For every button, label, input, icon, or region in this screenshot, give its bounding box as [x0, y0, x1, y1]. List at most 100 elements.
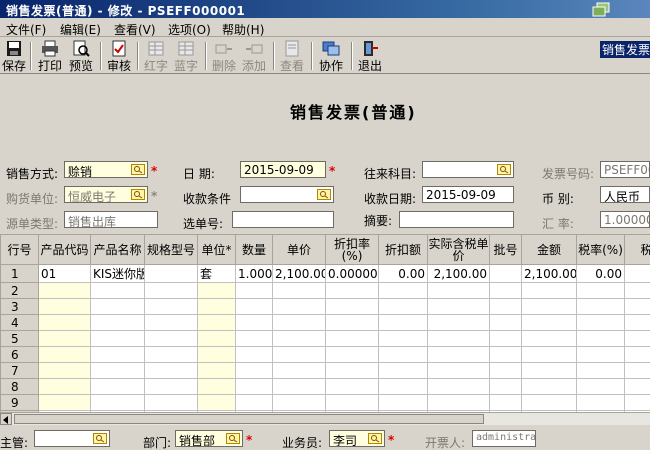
table-cell[interactable] [489, 378, 522, 395]
currency-field[interactable]: 人民币 [600, 186, 650, 203]
table-cell[interactable] [197, 346, 236, 363]
table-cell[interactable]: 01 [38, 264, 91, 283]
table-cell[interactable] [521, 346, 577, 363]
table-cell[interactable] [624, 314, 650, 331]
payment-terms-field[interactable] [240, 186, 334, 203]
column-header[interactable]: 单价 [272, 234, 326, 265]
table-cell[interactable] [325, 282, 379, 299]
menu-view[interactable]: 查看(V) [114, 21, 156, 38]
table-cell[interactable] [197, 330, 236, 347]
table-cell[interactable] [489, 394, 522, 411]
table-cell[interactable] [521, 362, 577, 379]
table-cell[interactable] [144, 314, 198, 331]
column-header[interactable]: 产品代码 [38, 234, 91, 265]
table-cell[interactable] [378, 330, 428, 347]
table-cell[interactable]: 0.00 [378, 264, 428, 283]
table-cell[interactable] [325, 298, 379, 315]
table-cell[interactable] [235, 330, 273, 347]
table-cell[interactable] [576, 330, 625, 347]
table-cell[interactable] [576, 346, 625, 363]
table-cell[interactable] [90, 314, 145, 331]
table-cell[interactable]: 1.0000 [235, 264, 273, 283]
table-cell[interactable] [38, 362, 91, 379]
summary-field[interactable] [399, 211, 514, 228]
table-row[interactable]: 6 [0, 346, 650, 363]
scroll-left-button[interactable] [0, 413, 12, 425]
table-cell[interactable] [576, 394, 625, 411]
table-row[interactable]: 7 [0, 362, 650, 379]
table-row[interactable]: 2 [0, 282, 650, 299]
column-header[interactable]: 折扣额 [378, 234, 428, 265]
print-button[interactable]: 打印 [37, 39, 63, 73]
table-cell[interactable]: KIS迷你版 [90, 264, 145, 283]
table-cell[interactable] [197, 298, 236, 315]
table-cell[interactable] [624, 282, 650, 299]
horizontal-scrollbar[interactable] [0, 412, 650, 425]
table-cell[interactable] [272, 346, 326, 363]
menu-edit[interactable]: 编辑(E) [60, 21, 101, 38]
table-cell[interactable] [521, 378, 577, 395]
table-cell[interactable] [378, 346, 428, 363]
salesperson-field[interactable]: 李司 [329, 430, 385, 447]
table-cell[interactable] [576, 362, 625, 379]
blue-invoice-button[interactable]: 蓝字 [173, 39, 199, 73]
table-cell[interactable] [378, 298, 428, 315]
table-cell[interactable] [325, 314, 379, 331]
column-header[interactable]: 折扣率(%) [325, 234, 379, 265]
table-cell[interactable] [378, 378, 428, 395]
bill-type-selector[interactable]: 销售发票 [600, 41, 650, 58]
table-cell[interactable] [38, 378, 91, 395]
table-row[interactable]: 8 [0, 378, 650, 395]
table-cell[interactable] [624, 330, 650, 347]
table-cell[interactable] [521, 394, 577, 411]
table-cell[interactable] [272, 282, 326, 299]
table-cell[interactable] [427, 346, 490, 363]
account-field[interactable] [422, 161, 514, 178]
table-cell[interactable] [624, 346, 650, 363]
table-cell[interactable] [624, 264, 650, 283]
column-header[interactable]: 税率(%) [576, 234, 625, 265]
issuer-field[interactable]: administra [472, 430, 536, 447]
table-row[interactable]: 5 [0, 330, 650, 347]
table-cell[interactable] [427, 330, 490, 347]
column-header[interactable]: 单位* [197, 234, 236, 265]
table-cell[interactable] [325, 394, 379, 411]
table-row[interactable]: 101KIS迷你版套1.00002,100.000.0000000.002,10… [0, 264, 650, 283]
table-cell[interactable]: 2,100.00 [521, 264, 577, 283]
table-cell[interactable] [272, 394, 326, 411]
table-cell[interactable] [144, 330, 198, 347]
table-cell[interactable] [235, 362, 273, 379]
lookup-icon[interactable] [226, 433, 240, 444]
table-cell[interactable] [235, 378, 273, 395]
table-cell[interactable] [38, 282, 91, 299]
table-cell[interactable]: 套 [197, 264, 236, 283]
select-number-field[interactable] [232, 211, 334, 228]
table-cell[interactable] [144, 346, 198, 363]
table-cell[interactable] [427, 394, 490, 411]
add-row-button[interactable]: 添加 [241, 39, 267, 73]
column-header[interactable]: 批号 [489, 234, 522, 265]
window-restore-icon[interactable] [590, 2, 612, 18]
source-type-field[interactable]: 销售出库 [64, 211, 158, 228]
table-cell[interactable] [489, 330, 522, 347]
table-cell[interactable] [427, 314, 490, 331]
table-cell[interactable] [197, 362, 236, 379]
collaborate-button[interactable]: 协作 [317, 39, 345, 73]
table-cell[interactable] [144, 394, 198, 411]
table-cell[interactable] [235, 346, 273, 363]
lookup-icon[interactable] [131, 164, 145, 175]
collect-date-field[interactable]: 2015-09-09 [422, 186, 514, 203]
table-row[interactable]: 4 [0, 314, 650, 331]
scrollbar-thumb[interactable] [14, 414, 484, 424]
department-field[interactable]: 销售部 [175, 430, 243, 447]
table-cell[interactable] [235, 394, 273, 411]
supervisor-field[interactable] [34, 430, 110, 447]
table-cell[interactable] [197, 282, 236, 299]
table-cell[interactable] [378, 362, 428, 379]
table-cell[interactable] [624, 298, 650, 315]
table-cell[interactable] [197, 394, 236, 411]
lookup-icon[interactable] [368, 433, 382, 444]
lookup-icon[interactable] [497, 164, 511, 175]
column-header[interactable]: 金额 [521, 234, 577, 265]
menu-options[interactable]: 选项(O) [168, 21, 211, 38]
